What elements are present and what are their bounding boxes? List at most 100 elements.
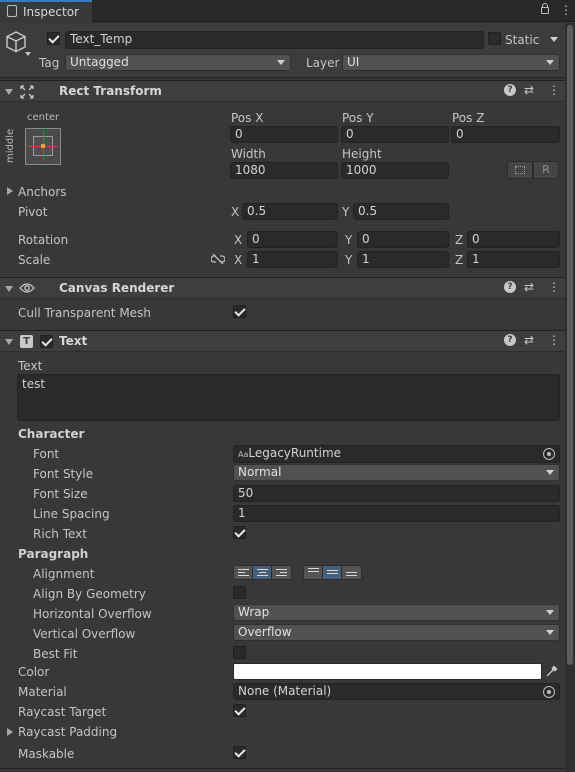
chevron-down-icon	[546, 60, 554, 65]
font-size-label: Font Size	[33, 487, 88, 501]
lock-icon[interactable]	[541, 7, 549, 14]
help-icon[interactable]: ?	[504, 334, 516, 346]
raycast-target-checkbox[interactable]	[233, 704, 246, 717]
posx-label: Pos X	[231, 111, 264, 125]
best-fit-checkbox[interactable]	[233, 646, 246, 659]
maskable-checkbox[interactable]	[233, 746, 246, 759]
presets-icon[interactable]: ⇄	[524, 333, 534, 347]
pivot-y-field[interactable]: 0.5	[353, 203, 449, 220]
anchor-presets-button[interactable]	[25, 128, 61, 165]
font-style-label: Font Style	[33, 467, 94, 481]
pivot-x-field[interactable]: 0.5	[242, 203, 338, 220]
align-left-button[interactable]	[233, 565, 253, 580]
context-menu-icon[interactable]: ⋮	[548, 333, 560, 347]
foldout-arrow-icon[interactable]	[5, 339, 13, 345]
presets-icon[interactable]: ⇄	[524, 83, 534, 97]
rotation-z-field[interactable]: 0	[467, 231, 560, 248]
tab-inspector[interactable]: Inspector	[0, 0, 92, 22]
posz-field[interactable]: 0	[451, 126, 560, 143]
color-swatch[interactable]	[233, 663, 542, 680]
rotation-y-field[interactable]: 0	[357, 231, 449, 248]
dotted-square-icon	[515, 166, 525, 174]
align-bottom-button[interactable]	[341, 565, 362, 580]
blueprint-mode-button[interactable]	[507, 161, 533, 179]
material-field[interactable]: None (Material)	[233, 683, 560, 700]
align-top-button[interactable]	[303, 565, 323, 580]
tab-menu-icon[interactable]: ⋮	[560, 3, 572, 17]
layer-dropdown[interactable]: UI	[342, 54, 560, 71]
line-spacing-field[interactable]: 1	[233, 505, 560, 522]
rotation-x-label: X	[234, 233, 243, 247]
scale-z-label: Z	[455, 253, 464, 267]
align-middle-button[interactable]	[322, 565, 342, 580]
canvas-renderer-header[interactable]: Canvas Renderer ? ⇄ ⋮	[0, 277, 565, 299]
cull-transparent-mesh-checkbox[interactable]	[233, 305, 246, 318]
eyedropper-icon[interactable]	[545, 665, 558, 678]
anchors-label[interactable]: Anchors	[18, 184, 67, 200]
scale-y-field[interactable]: 1	[357, 251, 449, 268]
color-label: Color	[18, 665, 50, 679]
vertical-overflow-dropdown[interactable]: Overflow	[233, 624, 560, 641]
help-icon[interactable]: ?	[504, 84, 516, 96]
help-icon[interactable]: ?	[504, 281, 516, 293]
align-by-geometry-checkbox[interactable]	[233, 586, 246, 599]
font-style-value: Normal	[238, 465, 282, 479]
posy-field[interactable]: 0	[341, 126, 449, 143]
height-field[interactable]: 1000	[341, 162, 449, 179]
font-asset-icon: Aa	[238, 450, 249, 459]
anchor-v-label: middle	[5, 128, 16, 163]
tag-dropdown[interactable]: Untagged	[65, 54, 291, 71]
scale-x-field[interactable]: 1	[247, 251, 338, 268]
context-menu-icon[interactable]: ⋮	[548, 280, 560, 294]
font-field[interactable]: AaLegacyRuntime	[233, 445, 560, 463]
context-menu-icon[interactable]: ⋮	[548, 83, 560, 97]
icon-dropdown-arrow[interactable]	[25, 52, 31, 56]
height-label: Height	[342, 147, 382, 161]
tab-bar: Inspector ⋮	[0, 0, 575, 22]
rect-transform-header[interactable]: Rect Transform ? ⇄ ⋮	[0, 80, 565, 102]
text-enabled-toggle[interactable]	[40, 335, 53, 348]
align-right-button[interactable]	[271, 565, 292, 580]
inspector-icon	[7, 5, 17, 17]
width-field[interactable]: 1080	[230, 162, 338, 179]
text-component-header[interactable]: T Text ? ⇄ ⋮	[0, 330, 565, 352]
align-top-icon	[308, 568, 319, 574]
gameobject-active-toggle[interactable]	[47, 32, 60, 45]
text-component-title: Text	[59, 334, 88, 348]
paragraph-section-label: Paragraph	[18, 547, 89, 561]
align-center-button[interactable]	[252, 565, 272, 580]
best-fit-label: Best Fit	[33, 647, 78, 661]
posx-field[interactable]: 0	[230, 126, 338, 143]
anchors-foldout-icon[interactable]	[7, 187, 13, 195]
scale-z-field[interactable]: 1	[467, 251, 560, 268]
font-label: Font	[33, 447, 60, 461]
tab-title: Inspector	[23, 5, 79, 19]
raycast-padding-foldout-icon[interactable]	[7, 728, 13, 736]
foldout-arrow-icon[interactable]	[5, 89, 13, 95]
gameobject-header: Text_Temp Static Tag Untagged Layer UI	[0, 23, 575, 78]
scrollbar-track[interactable]	[565, 23, 575, 772]
static-toggle[interactable]	[488, 32, 501, 45]
rect-transform-icon	[20, 85, 34, 99]
gameobject-name-field[interactable]: Text_Temp	[65, 31, 484, 49]
align-bottom-icon	[346, 572, 357, 578]
object-picker-icon[interactable]	[543, 686, 555, 698]
font-size-field[interactable]: 50	[233, 485, 560, 502]
layer-value: UI	[347, 55, 360, 69]
foldout-arrow-icon[interactable]	[5, 286, 13, 292]
cull-transparent-mesh-label: Cull Transparent Mesh	[18, 306, 151, 320]
font-value: LegacyRuntime	[248, 446, 342, 460]
horizontal-overflow-dropdown[interactable]: Wrap	[233, 604, 560, 621]
raw-edit-button[interactable]: R	[533, 161, 559, 179]
static-dropdown-arrow[interactable]	[550, 37, 558, 42]
raycast-padding-label[interactable]: Raycast Padding	[18, 724, 117, 740]
text-area[interactable]: test	[17, 374, 560, 421]
rotation-x-field[interactable]: 0	[247, 231, 338, 248]
constrain-proportions-icon[interactable]	[211, 253, 225, 265]
scrollbar-thumb[interactable]	[567, 25, 573, 665]
presets-icon[interactable]: ⇄	[524, 280, 534, 294]
object-picker-icon[interactable]	[543, 448, 555, 460]
text-field-label: Text	[18, 359, 43, 373]
font-style-dropdown[interactable]: Normal	[233, 464, 560, 481]
rich-text-checkbox[interactable]	[233, 526, 246, 539]
